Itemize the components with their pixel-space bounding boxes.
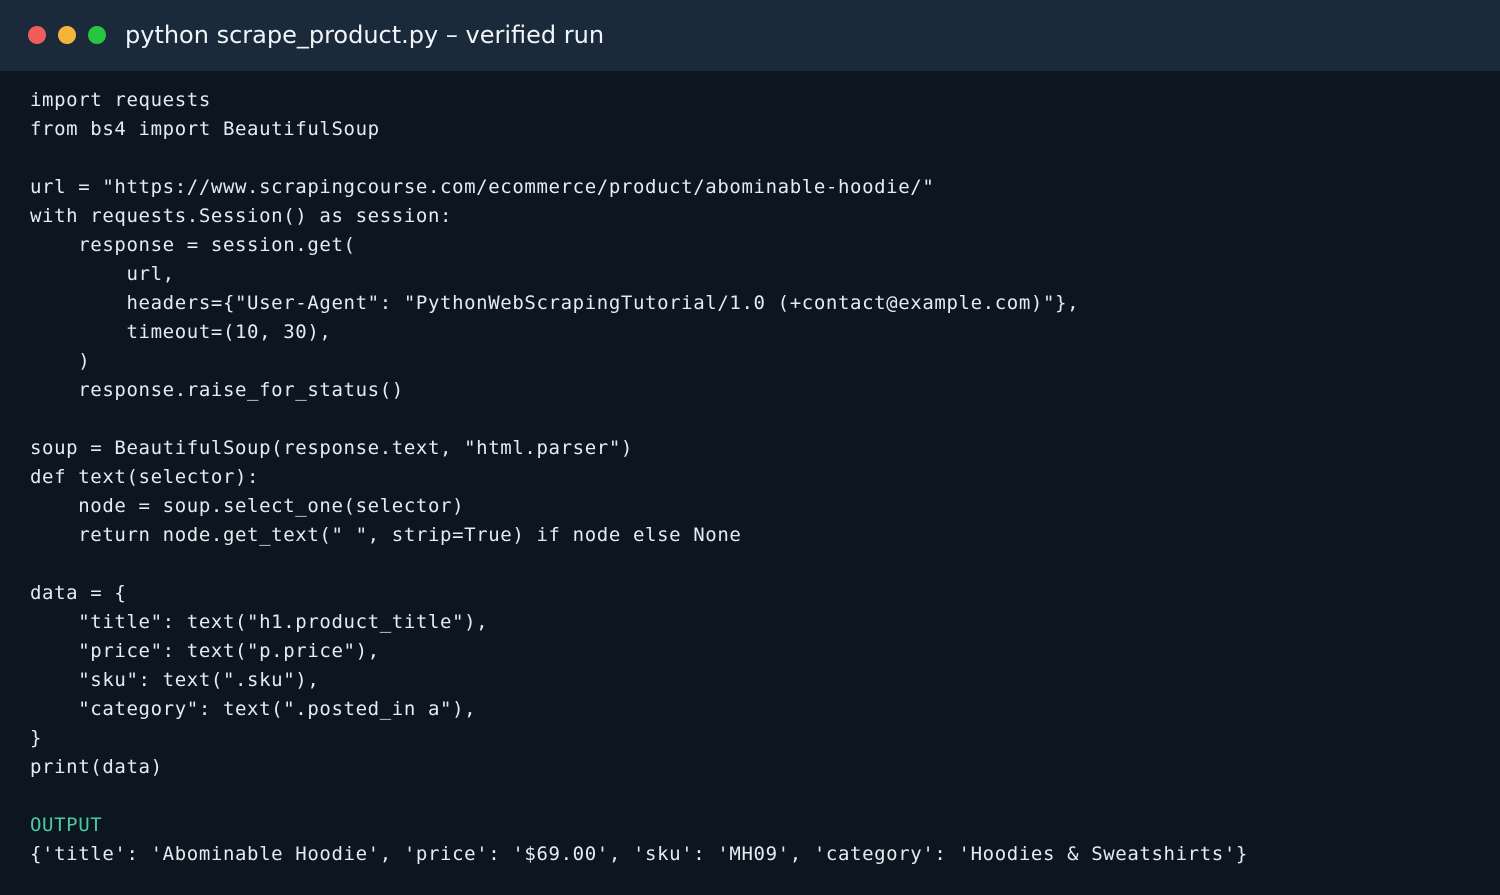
code-line: with requests.Session() as session: (30, 205, 453, 227)
code-line: timeout=(10, 30), (30, 321, 332, 343)
code-line: url, (30, 263, 175, 285)
code-line: return node.get_text(" ", strip=True) if… (30, 524, 742, 546)
zoom-button[interactable] (88, 26, 106, 44)
code-line: "title": text("h1.product_title"), (30, 611, 489, 633)
code-line: response = session.get( (30, 234, 356, 256)
window-controls (28, 26, 106, 44)
code-line: soup = BeautifulSoup(response.text, "htm… (30, 437, 633, 459)
output-label: OUTPUT (30, 814, 103, 836)
code-line: print(data) (30, 756, 163, 778)
close-button[interactable] (28, 26, 46, 44)
minimize-button[interactable] (58, 26, 76, 44)
output-result: {'title': 'Abominable Hoodie', 'price': … (30, 843, 1248, 865)
terminal-window: python scrape_product.py – verified run … (0, 0, 1500, 895)
code-line: "price": text("p.price"), (30, 640, 380, 662)
code-line: headers={"User-Agent": "PythonWebScrapin… (30, 292, 1080, 314)
code-line: response.raise_for_status() (30, 379, 404, 401)
code-line: } (30, 727, 43, 749)
code-line: def text(selector): (30, 466, 260, 488)
code-line: node = soup.select_one(selector) (30, 495, 465, 517)
code-line: data = { (30, 582, 127, 604)
code-line: "category": text(".posted_in a"), (30, 698, 477, 720)
code-line: from bs4 import BeautifulSoup (30, 118, 380, 140)
code-line: ) (30, 350, 91, 372)
title-bar: python scrape_product.py – verified run (0, 0, 1500, 71)
code-line: import requests (30, 89, 211, 111)
code-block: import requests from bs4 import Beautifu… (30, 86, 1470, 869)
code-line: "sku": text(".sku"), (30, 669, 320, 691)
window-title: python scrape_product.py – verified run (125, 21, 605, 49)
code-line: url = "https://www.scrapingcourse.com/ec… (30, 176, 935, 198)
